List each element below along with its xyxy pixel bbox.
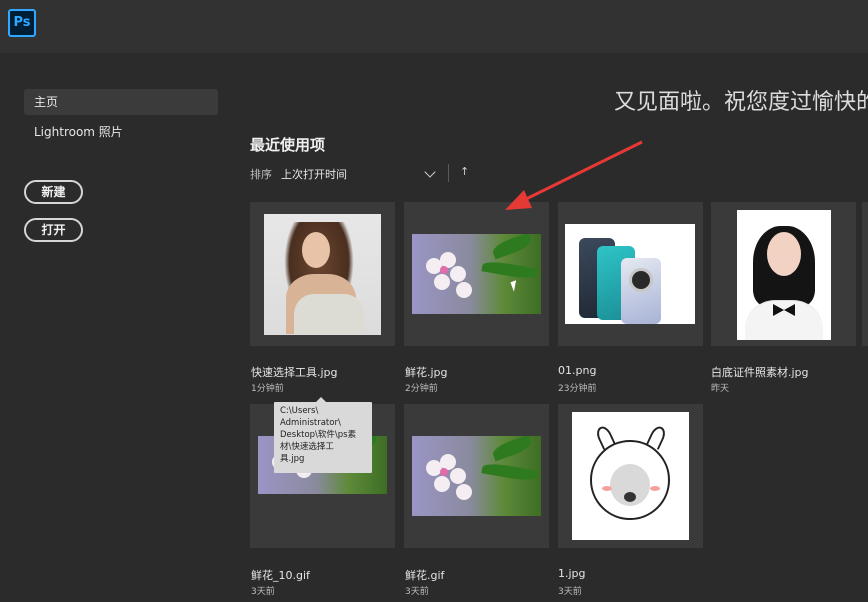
thumbnail-flower <box>412 436 541 516</box>
thumbnail-phones <box>565 224 695 324</box>
thumbnail-portrait-woman <box>264 214 381 335</box>
recent-file-card-partial[interactable] <box>862 202 868 346</box>
sort-label: 排序 <box>250 168 272 181</box>
thumbnail-flower <box>412 234 541 314</box>
new-button[interactable]: 新建 <box>24 180 83 204</box>
tooltip-line: 具.jpg <box>280 454 305 464</box>
tooltip-line: Desktop\软件\ps素 <box>280 430 357 440</box>
file-time: 2分钟前 <box>405 384 438 394</box>
file-time: 23分钟前 <box>558 384 597 394</box>
file-time: 3天前 <box>405 587 429 597</box>
tooltip-line: 材\快速选择工 <box>280 442 334 452</box>
sidebar-item-lightroom-photos[interactable]: Lightroom 照片 <box>24 119 218 145</box>
file-time: 3天前 <box>251 587 275 597</box>
recent-file-card[interactable] <box>558 404 703 548</box>
divider <box>448 164 449 182</box>
file-name: 01.png <box>558 364 597 377</box>
file-name: 鲜花_10.gif <box>251 569 310 582</box>
recent-file-card[interactable] <box>404 202 549 346</box>
file-name: 1.jpg <box>558 567 586 580</box>
file-name: 鲜花.jpg <box>405 366 448 379</box>
file-time: 昨天 <box>711 384 730 394</box>
greeting-text: 又见面啦。祝您度过愉快的 <box>614 90 868 115</box>
file-path-tooltip: C:\Users\ Administrator\ Desktop\软件\ps素 … <box>274 397 372 473</box>
thumbnail-meme <box>572 412 689 540</box>
sort-direction-icon[interactable]: ↑ <box>460 165 469 178</box>
sidebar-item-home[interactable]: 主页 <box>24 89 218 115</box>
recent-section-title: 最近使用项 <box>250 136 326 154</box>
sort-bar: 排序 上次打开时间 ↑ <box>250 163 480 183</box>
sidebar: 主页 Lightroom 照片 新建 打开 <box>0 53 230 602</box>
photoshop-logo-icon: Ps <box>8 9 36 37</box>
open-button[interactable]: 打开 <box>24 218 83 242</box>
recent-file-card[interactable] <box>711 202 856 346</box>
file-name: 快速选择工具.jpg <box>251 366 338 379</box>
tooltip-line: C:\Users\ <box>280 406 319 416</box>
chevron-down-icon[interactable] <box>424 166 436 178</box>
recent-file-card[interactable] <box>404 404 549 548</box>
file-time: 1分钟前 <box>251 384 284 394</box>
title-bar: Ps <box>0 0 868 53</box>
recent-file-card[interactable] <box>250 202 395 346</box>
file-time: 3天前 <box>558 587 582 597</box>
tooltip-line: Administrator\ <box>280 418 341 428</box>
sort-dropdown[interactable]: 上次打开时间 <box>281 166 347 182</box>
thumbnail-id-photo <box>737 210 831 340</box>
recent-file-card[interactable] <box>558 202 703 346</box>
file-name: 鲜花.gif <box>405 569 445 582</box>
file-name: 白底证件照素材.jpg <box>711 366 809 379</box>
